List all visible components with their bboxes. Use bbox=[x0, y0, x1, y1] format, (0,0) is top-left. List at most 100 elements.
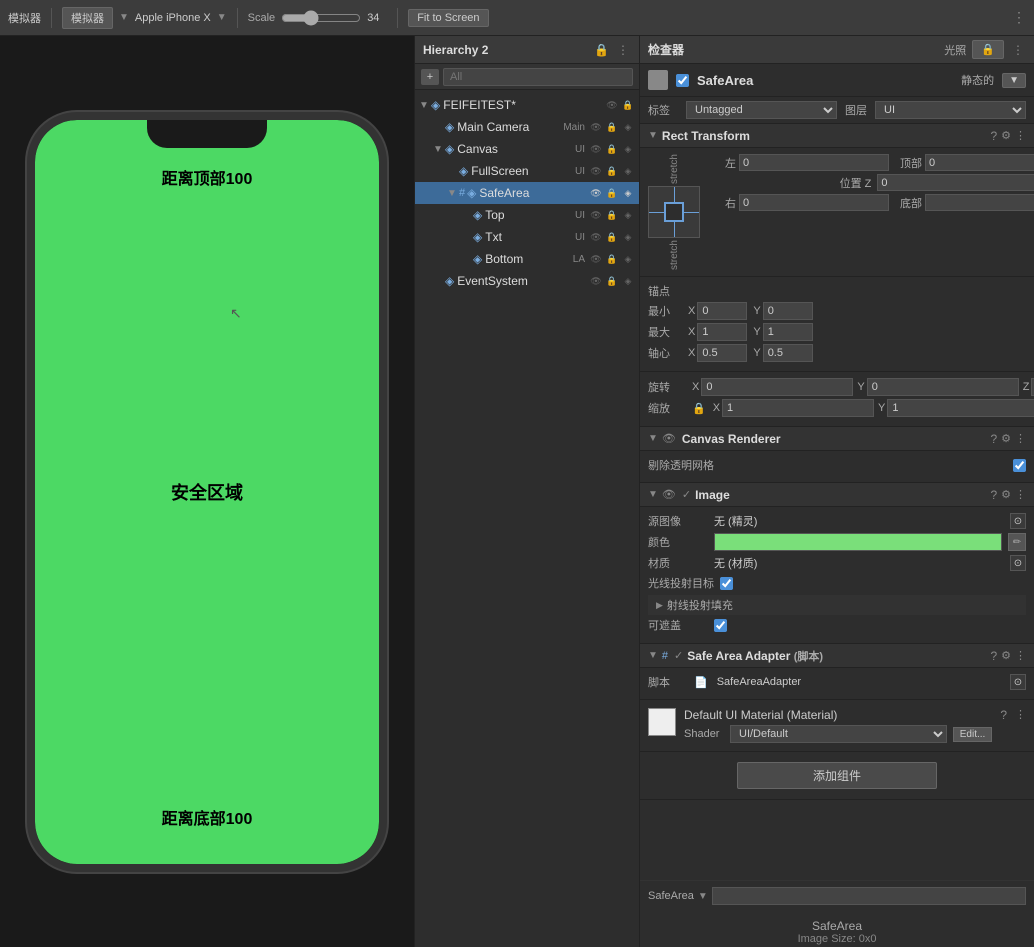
help-icon[interactable]: ? bbox=[990, 129, 997, 143]
action-icon[interactable]: 👁 bbox=[589, 230, 603, 244]
action-icon2[interactable]: 🔒 bbox=[605, 186, 619, 200]
list-item[interactable]: ◈ FullScreen UI 👁 🔒 ◈ bbox=[415, 160, 639, 182]
list-item[interactable]: ◈ Txt UI 👁 🔒 ◈ bbox=[415, 226, 639, 248]
min-y-input[interactable] bbox=[763, 302, 813, 320]
min-x-input[interactable] bbox=[697, 302, 747, 320]
top-input[interactable] bbox=[925, 154, 1034, 171]
source-select-btn[interactable]: ⊙ bbox=[1010, 513, 1026, 529]
action-icon3[interactable]: ◈ bbox=[621, 164, 635, 178]
menu-icon[interactable]: ⋮ bbox=[1015, 129, 1026, 142]
hierarchy-add-btn[interactable]: + bbox=[421, 69, 439, 85]
action-icon3[interactable]: ◈ bbox=[621, 252, 635, 266]
color-edit-btn[interactable]: ✏ bbox=[1008, 533, 1026, 551]
settings-icon[interactable]: ⚙ bbox=[1001, 649, 1011, 662]
tag-select[interactable]: Untagged bbox=[686, 101, 837, 119]
safe-area-adapter-header[interactable]: ▼ # ✓ Safe Area Adapter (脚本) ? ⚙ ⋮ bbox=[640, 644, 1034, 668]
hierarchy-search-input[interactable] bbox=[443, 68, 633, 86]
list-item[interactable]: ▼ ◈ Canvas UI 👁 🔒 ◈ bbox=[415, 138, 639, 160]
menu-icon[interactable]: ⋮ bbox=[1015, 649, 1026, 662]
rot-y-input[interactable] bbox=[867, 378, 1019, 396]
action-icon3[interactable]: ◈ bbox=[621, 186, 635, 200]
cull-checkbox[interactable] bbox=[1013, 459, 1026, 472]
color-picker[interactable] bbox=[714, 533, 1002, 551]
max-y-input[interactable] bbox=[763, 323, 813, 341]
image-header[interactable]: ▼ 👁 ✓ Image ? ⚙ ⋮ bbox=[640, 483, 1034, 507]
material-select-btn[interactable]: ⊙ bbox=[1010, 555, 1026, 571]
list-item[interactable]: ◈ EventSystem 👁 🔒 ◈ bbox=[415, 270, 639, 292]
rot-x-input[interactable] bbox=[701, 378, 853, 396]
action-icon[interactable]: 👁 bbox=[589, 274, 603, 288]
action-icon[interactable]: 👁 bbox=[589, 142, 603, 156]
simulator-btn[interactable]: 模拟器 bbox=[62, 7, 113, 29]
action-icon2[interactable]: 🔒 bbox=[621, 98, 635, 112]
script-select-btn[interactable]: ⊙ bbox=[1010, 674, 1026, 690]
scale-x-input[interactable] bbox=[722, 399, 874, 417]
menu-icon[interactable]: ⋮ bbox=[1015, 432, 1026, 445]
pivot-x-input[interactable] bbox=[697, 344, 747, 362]
material-edit-btn[interactable]: Edit... bbox=[953, 727, 993, 742]
action-icon3[interactable]: ◈ bbox=[621, 142, 635, 156]
action-icon2[interactable]: 🔒 bbox=[605, 120, 619, 134]
action-icon3[interactable]: ◈ bbox=[621, 208, 635, 222]
scale-slider[interactable] bbox=[281, 10, 361, 26]
help-icon[interactable]: ? bbox=[990, 649, 997, 663]
help-icon[interactable]: ? bbox=[990, 432, 997, 446]
rect-transform-header[interactable]: ▼ Rect Transform ? ⚙ ⋮ bbox=[640, 124, 1034, 148]
inspector-menu-icon[interactable]: ⋮ bbox=[1010, 41, 1026, 59]
action-icon2[interactable]: 🔒 bbox=[605, 274, 619, 288]
y-label: Y bbox=[753, 305, 760, 317]
bottom-input[interactable] bbox=[925, 194, 1034, 211]
action-icon[interactable]: 👁 bbox=[605, 98, 619, 112]
eye-icon[interactable]: 👁 bbox=[662, 488, 676, 501]
help-icon[interactable]: ? bbox=[990, 488, 997, 502]
canvas-renderer-header[interactable]: ▼ 👁 Canvas Renderer ? ⚙ ⋮ bbox=[640, 427, 1034, 451]
sub-section-header[interactable]: ▶ 射线投射填充 bbox=[648, 595, 1026, 615]
active-checkbox[interactable] bbox=[676, 74, 689, 87]
action-icon[interactable]: 👁 bbox=[589, 120, 603, 134]
inspector-lock-btn[interactable]: 🔒 bbox=[972, 40, 1004, 59]
pivot-y-input[interactable] bbox=[763, 344, 813, 362]
list-item[interactable]: ▼ ◈ FEIFEITEST* 👁 🔒 bbox=[415, 94, 639, 116]
list-item[interactable]: ▼ # ◈ SafeArea 👁 🔒 ◈ bbox=[415, 182, 639, 204]
hierarchy-lock-icon[interactable]: 🔒 bbox=[592, 41, 611, 59]
menu-icon[interactable]: ⋮ bbox=[1015, 488, 1026, 501]
help-icon[interactable]: ? bbox=[1000, 708, 1007, 722]
static-dropdown-btn[interactable]: ▼ bbox=[1002, 73, 1026, 88]
left-input[interactable] bbox=[739, 154, 889, 171]
action-icon2[interactable]: 🔒 bbox=[605, 164, 619, 178]
anchor-widget[interactable] bbox=[648, 186, 700, 238]
add-component-btn[interactable]: 添加组件 bbox=[737, 762, 937, 789]
action-icon3[interactable]: ◈ bbox=[621, 274, 635, 288]
settings-icon[interactable]: ⚙ bbox=[1001, 488, 1011, 501]
action-icon3[interactable]: ◈ bbox=[621, 120, 635, 134]
settings-icon[interactable]: ⚙ bbox=[1001, 129, 1011, 142]
action-icon2[interactable]: 🔒 bbox=[605, 142, 619, 156]
list-item[interactable]: ◈ Main Camera Main 👁 🔒 ◈ bbox=[415, 116, 639, 138]
action-icon2[interactable]: 🔒 bbox=[605, 208, 619, 222]
max-x-input[interactable] bbox=[697, 323, 747, 341]
menu-icon[interactable]: ⋮ bbox=[1015, 708, 1026, 721]
list-item[interactable]: ◈ Top UI 👁 🔒 ◈ bbox=[415, 204, 639, 226]
settings-icon[interactable]: ⚙ bbox=[1001, 432, 1011, 445]
scale-y-input[interactable] bbox=[887, 399, 1034, 417]
shader-select[interactable]: UI/Default bbox=[730, 725, 947, 743]
action-icon3[interactable]: ◈ bbox=[621, 230, 635, 244]
action-icon2[interactable]: 🔒 bbox=[605, 230, 619, 244]
rotation-xyz: X Y Z bbox=[692, 378, 1034, 396]
separator bbox=[51, 8, 52, 28]
action-icon[interactable]: 👁 bbox=[589, 164, 603, 178]
layer-select[interactable]: UI bbox=[875, 101, 1026, 119]
posz-input[interactable] bbox=[877, 174, 1034, 191]
raycast-checkbox[interactable] bbox=[720, 577, 733, 590]
hierarchy-menu-icon[interactable]: ⋮ bbox=[615, 41, 631, 59]
maskable-checkbox[interactable] bbox=[714, 619, 727, 632]
fit-screen-btn[interactable]: Fit to Screen bbox=[408, 9, 488, 27]
eye-icon[interactable]: 👁 bbox=[662, 432, 676, 445]
action-icon[interactable]: 👁 bbox=[589, 186, 603, 200]
menu-dots-icon[interactable]: ⋮ bbox=[1012, 9, 1026, 26]
list-item[interactable]: ◈ Bottom LA 👁 🔒 ◈ bbox=[415, 248, 639, 270]
action-icon[interactable]: 👁 bbox=[589, 252, 603, 266]
action-icon[interactable]: 👁 bbox=[589, 208, 603, 222]
action-icon2[interactable]: 🔒 bbox=[605, 252, 619, 266]
right-input[interactable] bbox=[739, 194, 889, 211]
